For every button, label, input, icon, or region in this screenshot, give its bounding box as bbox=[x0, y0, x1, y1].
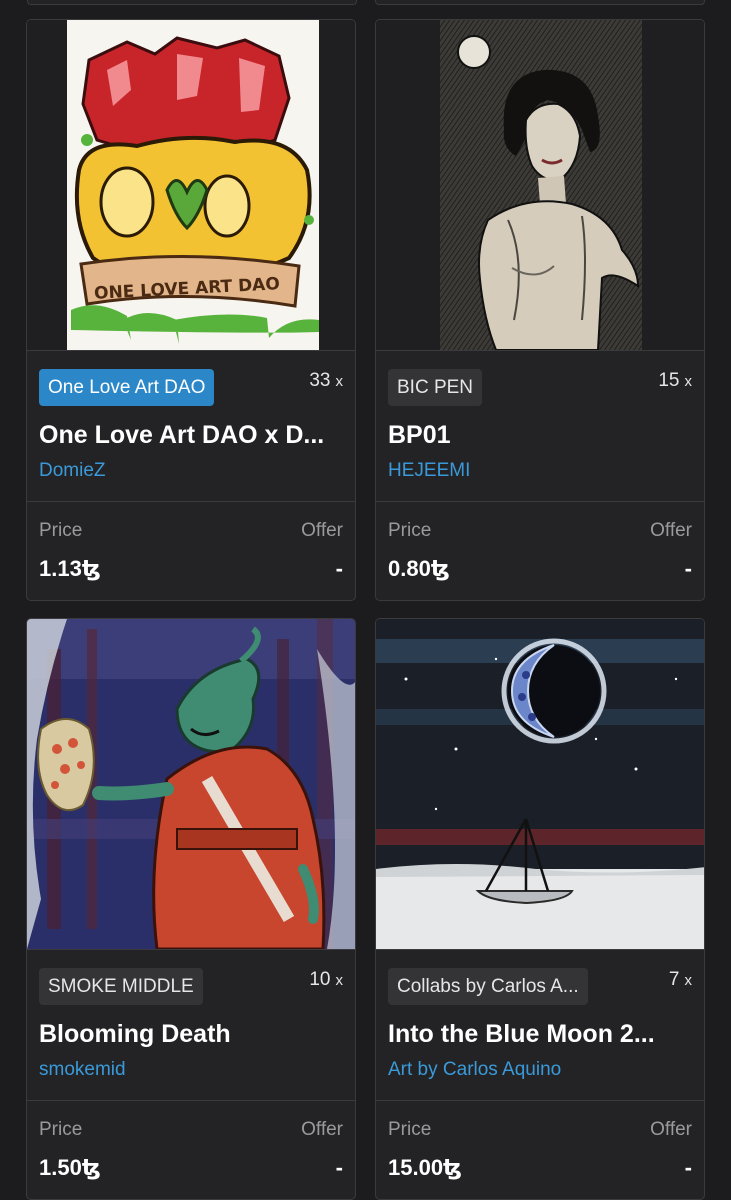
artwork-title[interactable]: Blooming Death bbox=[39, 1020, 231, 1049]
artist-link[interactable]: smokemid bbox=[39, 1059, 126, 1081]
collection-badge[interactable]: SMOKE MIDDLE bbox=[39, 968, 203, 1005]
previous-card-edge bbox=[375, 0, 705, 5]
offer-value: - bbox=[684, 556, 692, 581]
artwork-title[interactable]: BP01 bbox=[388, 421, 451, 450]
artist-link[interactable]: Art by Carlos Aquino bbox=[388, 1059, 561, 1081]
offer-label: Offer bbox=[650, 1119, 692, 1140]
pricing-row: Price Offer 0.80ꜩ - bbox=[376, 502, 704, 600]
previous-card-edge bbox=[27, 0, 357, 5]
price-label: Price bbox=[388, 1119, 432, 1140]
collection-badge[interactable]: One Love Art DAO bbox=[39, 369, 215, 406]
edition-count: 33 x bbox=[309, 370, 343, 392]
artwork-image[interactable] bbox=[27, 619, 355, 950]
nft-card[interactable]: ONE LOVE ART DAO One Love Art DAO 33 x On… bbox=[26, 19, 356, 601]
pricing-row: Price Offer 1.50ꜩ - bbox=[27, 1101, 355, 1199]
edition-suffix: x bbox=[335, 373, 344, 390]
edition-suffix: x bbox=[335, 972, 344, 989]
artist-link[interactable]: DomieZ bbox=[39, 460, 106, 482]
pricing-row: Price Offer 1.13ꜩ - bbox=[27, 502, 355, 600]
edition-suffix: x bbox=[684, 373, 693, 390]
edition-number: 7 bbox=[668, 969, 680, 990]
card-info: Collabs by Carlos A... 7x Into the Blue … bbox=[376, 950, 704, 1101]
price-label: Price bbox=[39, 1119, 83, 1140]
offer-value: - bbox=[684, 1155, 692, 1180]
price-label: Price bbox=[388, 520, 432, 541]
artwork-image[interactable]: ONE LOVE ART DAO bbox=[27, 20, 355, 351]
card-info: SMOKE MIDDLE 10 x Blooming Death smokemid bbox=[27, 950, 355, 1101]
price-label: Price bbox=[39, 520, 83, 541]
collection-badge[interactable]: BIC PEN bbox=[388, 369, 483, 406]
artwork-title[interactable]: Into the Blue Moon 2... bbox=[388, 1020, 655, 1049]
price-value: 0.80ꜩ bbox=[388, 556, 450, 581]
artwork-title[interactable]: One Love Art DAO x D... bbox=[39, 421, 324, 450]
nft-card[interactable]: SMOKE MIDDLE 10 x Blooming Death smokemid… bbox=[26, 618, 356, 1200]
edition-number: 10 bbox=[309, 969, 331, 990]
marketplace-grid: ONE LOVE ART DAO One Love Art DAO 33 x On… bbox=[0, 0, 731, 1200]
edition-count: 15 x bbox=[658, 370, 692, 392]
nft-card[interactable]: Collabs by Carlos A... 7x Into the Blue … bbox=[375, 618, 705, 1200]
edition-count: 7x bbox=[669, 969, 692, 991]
offer-label: Offer bbox=[301, 520, 343, 541]
collection-badge[interactable]: Collabs by Carlos A... bbox=[388, 968, 588, 1005]
artwork-image[interactable] bbox=[376, 20, 704, 351]
offer-label: Offer bbox=[301, 1119, 343, 1140]
offer-value: - bbox=[335, 1155, 343, 1180]
edition-number: 33 bbox=[309, 370, 331, 391]
offer-value: - bbox=[335, 556, 343, 581]
edition-suffix: x bbox=[684, 972, 693, 989]
price-value: 1.50ꜩ bbox=[39, 1155, 101, 1180]
price-value: 1.13ꜩ bbox=[39, 556, 101, 581]
price-value: 15.00ꜩ bbox=[388, 1155, 462, 1180]
offer-label: Offer bbox=[650, 520, 692, 541]
edition-count: 10 x bbox=[309, 969, 343, 991]
artwork-image[interactable] bbox=[376, 619, 704, 950]
card-info: BIC PEN 15 x BP01 HEJEEMI bbox=[376, 351, 704, 502]
artist-link[interactable]: HEJEEMI bbox=[388, 460, 470, 482]
pricing-row: Price Offer 15.00ꜩ - bbox=[376, 1101, 704, 1199]
nft-card[interactable]: BIC PEN 15 x BP01 HEJEEMI Price Offer 0.8… bbox=[375, 19, 705, 601]
edition-number: 15 bbox=[658, 370, 680, 391]
card-info: One Love Art DAO 33 x One Love Art DAO x … bbox=[27, 351, 355, 502]
